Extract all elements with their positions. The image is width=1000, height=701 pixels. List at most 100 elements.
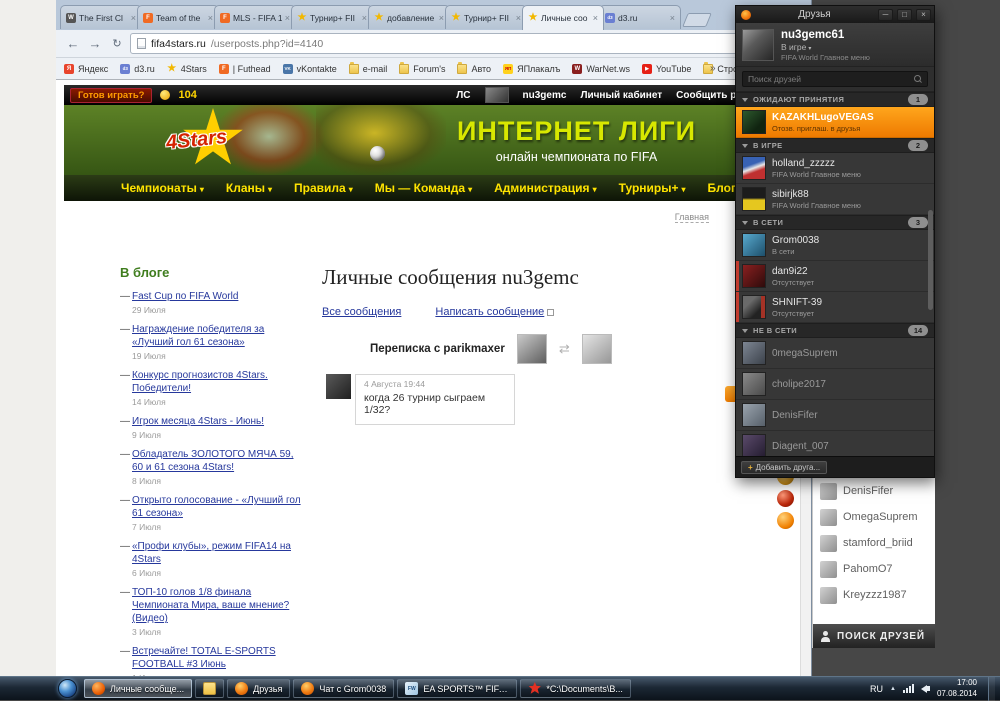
current-user-status[interactable]: В игре▾ xyxy=(781,42,870,52)
close-button[interactable]: × xyxy=(916,9,931,21)
blog-link[interactable]: ТОП-10 голов 1/8 финала Чемпионата Мира,… xyxy=(132,587,289,624)
avatar[interactable] xyxy=(742,29,774,61)
tab-close-icon[interactable]: × xyxy=(362,13,367,23)
friends-titlebar[interactable]: Друзья ─ □ × xyxy=(736,6,934,23)
browser-tab[interactable]: The First Cl × xyxy=(60,5,142,29)
tab-close-icon[interactable]: × xyxy=(208,13,213,23)
tab-close-icon[interactable]: × xyxy=(285,13,290,23)
fifa-friend-row[interactable]: Kreyzzz1987 xyxy=(813,582,935,608)
friend-row[interactable]: DenisFifer xyxy=(736,400,934,431)
forward-button[interactable]: → xyxy=(86,36,104,51)
friend-row[interactable]: cholipe2017 xyxy=(736,369,934,400)
start-button[interactable] xyxy=(58,679,77,698)
bookmark-item[interactable]: Авто xyxy=(457,64,491,74)
browser-tab[interactable]: Турнир+ FII × xyxy=(291,5,373,29)
browser-tab[interactable]: d3.ru × xyxy=(599,5,681,29)
blog-link[interactable]: Fast Cup по FIFA World xyxy=(132,291,238,302)
blog-link[interactable]: Награждение победителя за «Лучший гол 61… xyxy=(132,324,264,348)
reload-button[interactable]: ↻ xyxy=(108,37,126,50)
taskbar-button[interactable]: Чат с Grom0038 xyxy=(293,679,394,698)
nav-link[interactable]: Правила xyxy=(294,181,353,195)
nav-link[interactable]: Блог xyxy=(708,181,736,195)
tab-close-icon[interactable]: × xyxy=(439,13,444,23)
breadcrumb[interactable]: Главная xyxy=(675,212,709,223)
tab-close-icon[interactable]: × xyxy=(670,13,675,23)
language-indicator[interactable]: RU xyxy=(870,684,883,694)
taskbar-clock[interactable]: 17:00 07.08.2014 xyxy=(937,678,977,699)
avatar[interactable] xyxy=(582,334,612,364)
taskbar-button[interactable]: Друзья xyxy=(227,679,290,698)
site-logo[interactable]: 4Stars xyxy=(152,107,276,171)
add-friend-button[interactable]: + Добавить друга... xyxy=(741,461,827,474)
fifa-search-friends-bar[interactable]: ПОИСК ДРУЗЕЙ xyxy=(813,624,935,648)
friend-row[interactable]: sibirjk88 FIFA World Главное меню xyxy=(736,184,934,215)
back-button[interactable]: ← xyxy=(64,36,82,51)
badge-icon[interactable] xyxy=(777,512,794,529)
maximize-button[interactable]: □ xyxy=(897,9,912,21)
all-messages-link[interactable]: Все сообщения xyxy=(322,306,401,318)
friend-row[interactable]: Grom0038 В сети xyxy=(736,230,934,261)
taskbar-button[interactable]: *C:\Documents\B... xyxy=(520,679,631,698)
avatar[interactable] xyxy=(326,374,351,399)
browser-tab[interactable]: Турнир+ FII × xyxy=(445,5,527,29)
friends-scrollbar-thumb[interactable] xyxy=(928,210,933,310)
blog-link[interactable]: «Профи клубы», режим FIFA14 на 4Stars xyxy=(132,541,291,565)
badge-icon[interactable] xyxy=(777,490,794,507)
section-header-online[interactable]: В СЕТИ 3 xyxy=(736,215,934,230)
tab-close-icon[interactable]: × xyxy=(516,13,521,23)
nav-link[interactable]: Чемпионаты xyxy=(121,181,204,195)
show-desktop-button[interactable] xyxy=(988,677,995,701)
browser-tab[interactable]: добавление × xyxy=(368,5,450,29)
ready-to-play-button[interactable]: Готов играть? xyxy=(70,88,152,103)
friend-row[interactable]: SHNIFT-39 Отсутствует xyxy=(736,292,934,323)
blog-link[interactable]: Конкурс прогнозистов 4Stars. Победители! xyxy=(132,370,268,394)
taskbar-button[interactable] xyxy=(195,679,224,698)
fifa-friend-row[interactable]: stamford_briid xyxy=(813,530,935,556)
minimize-button[interactable]: ─ xyxy=(878,9,893,21)
avatar[interactable] xyxy=(517,334,547,364)
friends-search-input[interactable] xyxy=(748,74,914,84)
friend-row[interactable]: 0megaSuprem xyxy=(736,338,934,369)
bookmark-item[interactable]: | Futhead xyxy=(219,64,271,74)
blog-link[interactable]: Открыто голосование - «Лучший гол 61 сез… xyxy=(132,495,301,519)
nav-link[interactable]: Турниры+ xyxy=(619,181,686,195)
friend-row[interactable]: dan9i22 Отсутствует xyxy=(736,261,934,292)
username-link[interactable]: nu3gemc xyxy=(523,90,567,101)
bookmark-item[interactable]: e-mail xyxy=(349,64,388,74)
address-bar[interactable]: fifa4stars.ru/userposts.php?id=4140 xyxy=(130,33,803,54)
taskbar-button[interactable]: Личные сообще... xyxy=(84,679,192,698)
section-header-pending[interactable]: ОЖИДАЮТ ПРИНЯТИЯ 1 xyxy=(736,92,934,107)
taskbar-button[interactable]: EA SPORTS™ FIFA... xyxy=(397,679,517,698)
fifa-friend-row[interactable]: PahomO7 xyxy=(813,556,935,582)
section-header-ingame[interactable]: В ИГРЕ 2 xyxy=(736,138,934,153)
fifa-friend-row[interactable]: DenisFifer xyxy=(813,478,935,504)
blog-link[interactable]: Обладатель ЗОЛОТОГО МЯЧА 59, 60 и 61 сез… xyxy=(132,449,294,473)
private-messages-link[interactable]: ЛС xyxy=(456,90,470,101)
search-icon[interactable] xyxy=(914,75,922,83)
new-tab-button[interactable] xyxy=(682,13,712,27)
section-header-offline[interactable]: НЕ В СЕТИ 14 xyxy=(736,323,934,338)
fifa-friend-row[interactable]: OmegaSuprem xyxy=(813,504,935,530)
browser-tab[interactable]: MLS - FIFA 1 × xyxy=(214,5,296,29)
personal-cabinet-link[interactable]: Личный кабинет xyxy=(580,90,662,101)
tab-close-icon[interactable]: × xyxy=(593,13,598,23)
bookmarks-overflow-icon[interactable]: » xyxy=(710,63,716,74)
tab-close-icon[interactable]: × xyxy=(131,13,136,23)
browser-tab[interactable]: Личные соо × xyxy=(522,5,604,30)
friend-row[interactable]: holland_zzzzz FIFA World Главное меню xyxy=(736,153,934,184)
friend-row[interactable]: Diagent_007 xyxy=(736,431,934,456)
bookmark-item[interactable]: vKontakte xyxy=(283,64,337,74)
browser-tab[interactable]: Team of the × xyxy=(137,5,219,29)
bookmark-item[interactable]: d3.ru xyxy=(120,64,155,74)
bookmark-item[interactable]: WarNet.ws xyxy=(572,64,630,74)
bookmark-item[interactable]: Яндекс xyxy=(64,64,108,74)
bookmark-item[interactable]: ЯПлакалъ xyxy=(503,64,560,74)
compose-message-link[interactable]: Написать сообщение xyxy=(435,306,544,318)
bookmark-item[interactable]: YouTube xyxy=(642,64,691,74)
volume-icon[interactable] xyxy=(921,685,930,693)
nav-link[interactable]: Кланы xyxy=(226,181,272,195)
friend-row[interactable]: KAZAKHLugoVEGAS Отозв. приглаш. в друзья xyxy=(736,107,934,138)
bookmark-item[interactable]: 4Stars xyxy=(167,64,207,74)
blog-link[interactable]: Встречайте! TOTAL E-SPORTS FOOTBALL #3 И… xyxy=(132,646,276,670)
network-icon[interactable] xyxy=(903,684,914,693)
